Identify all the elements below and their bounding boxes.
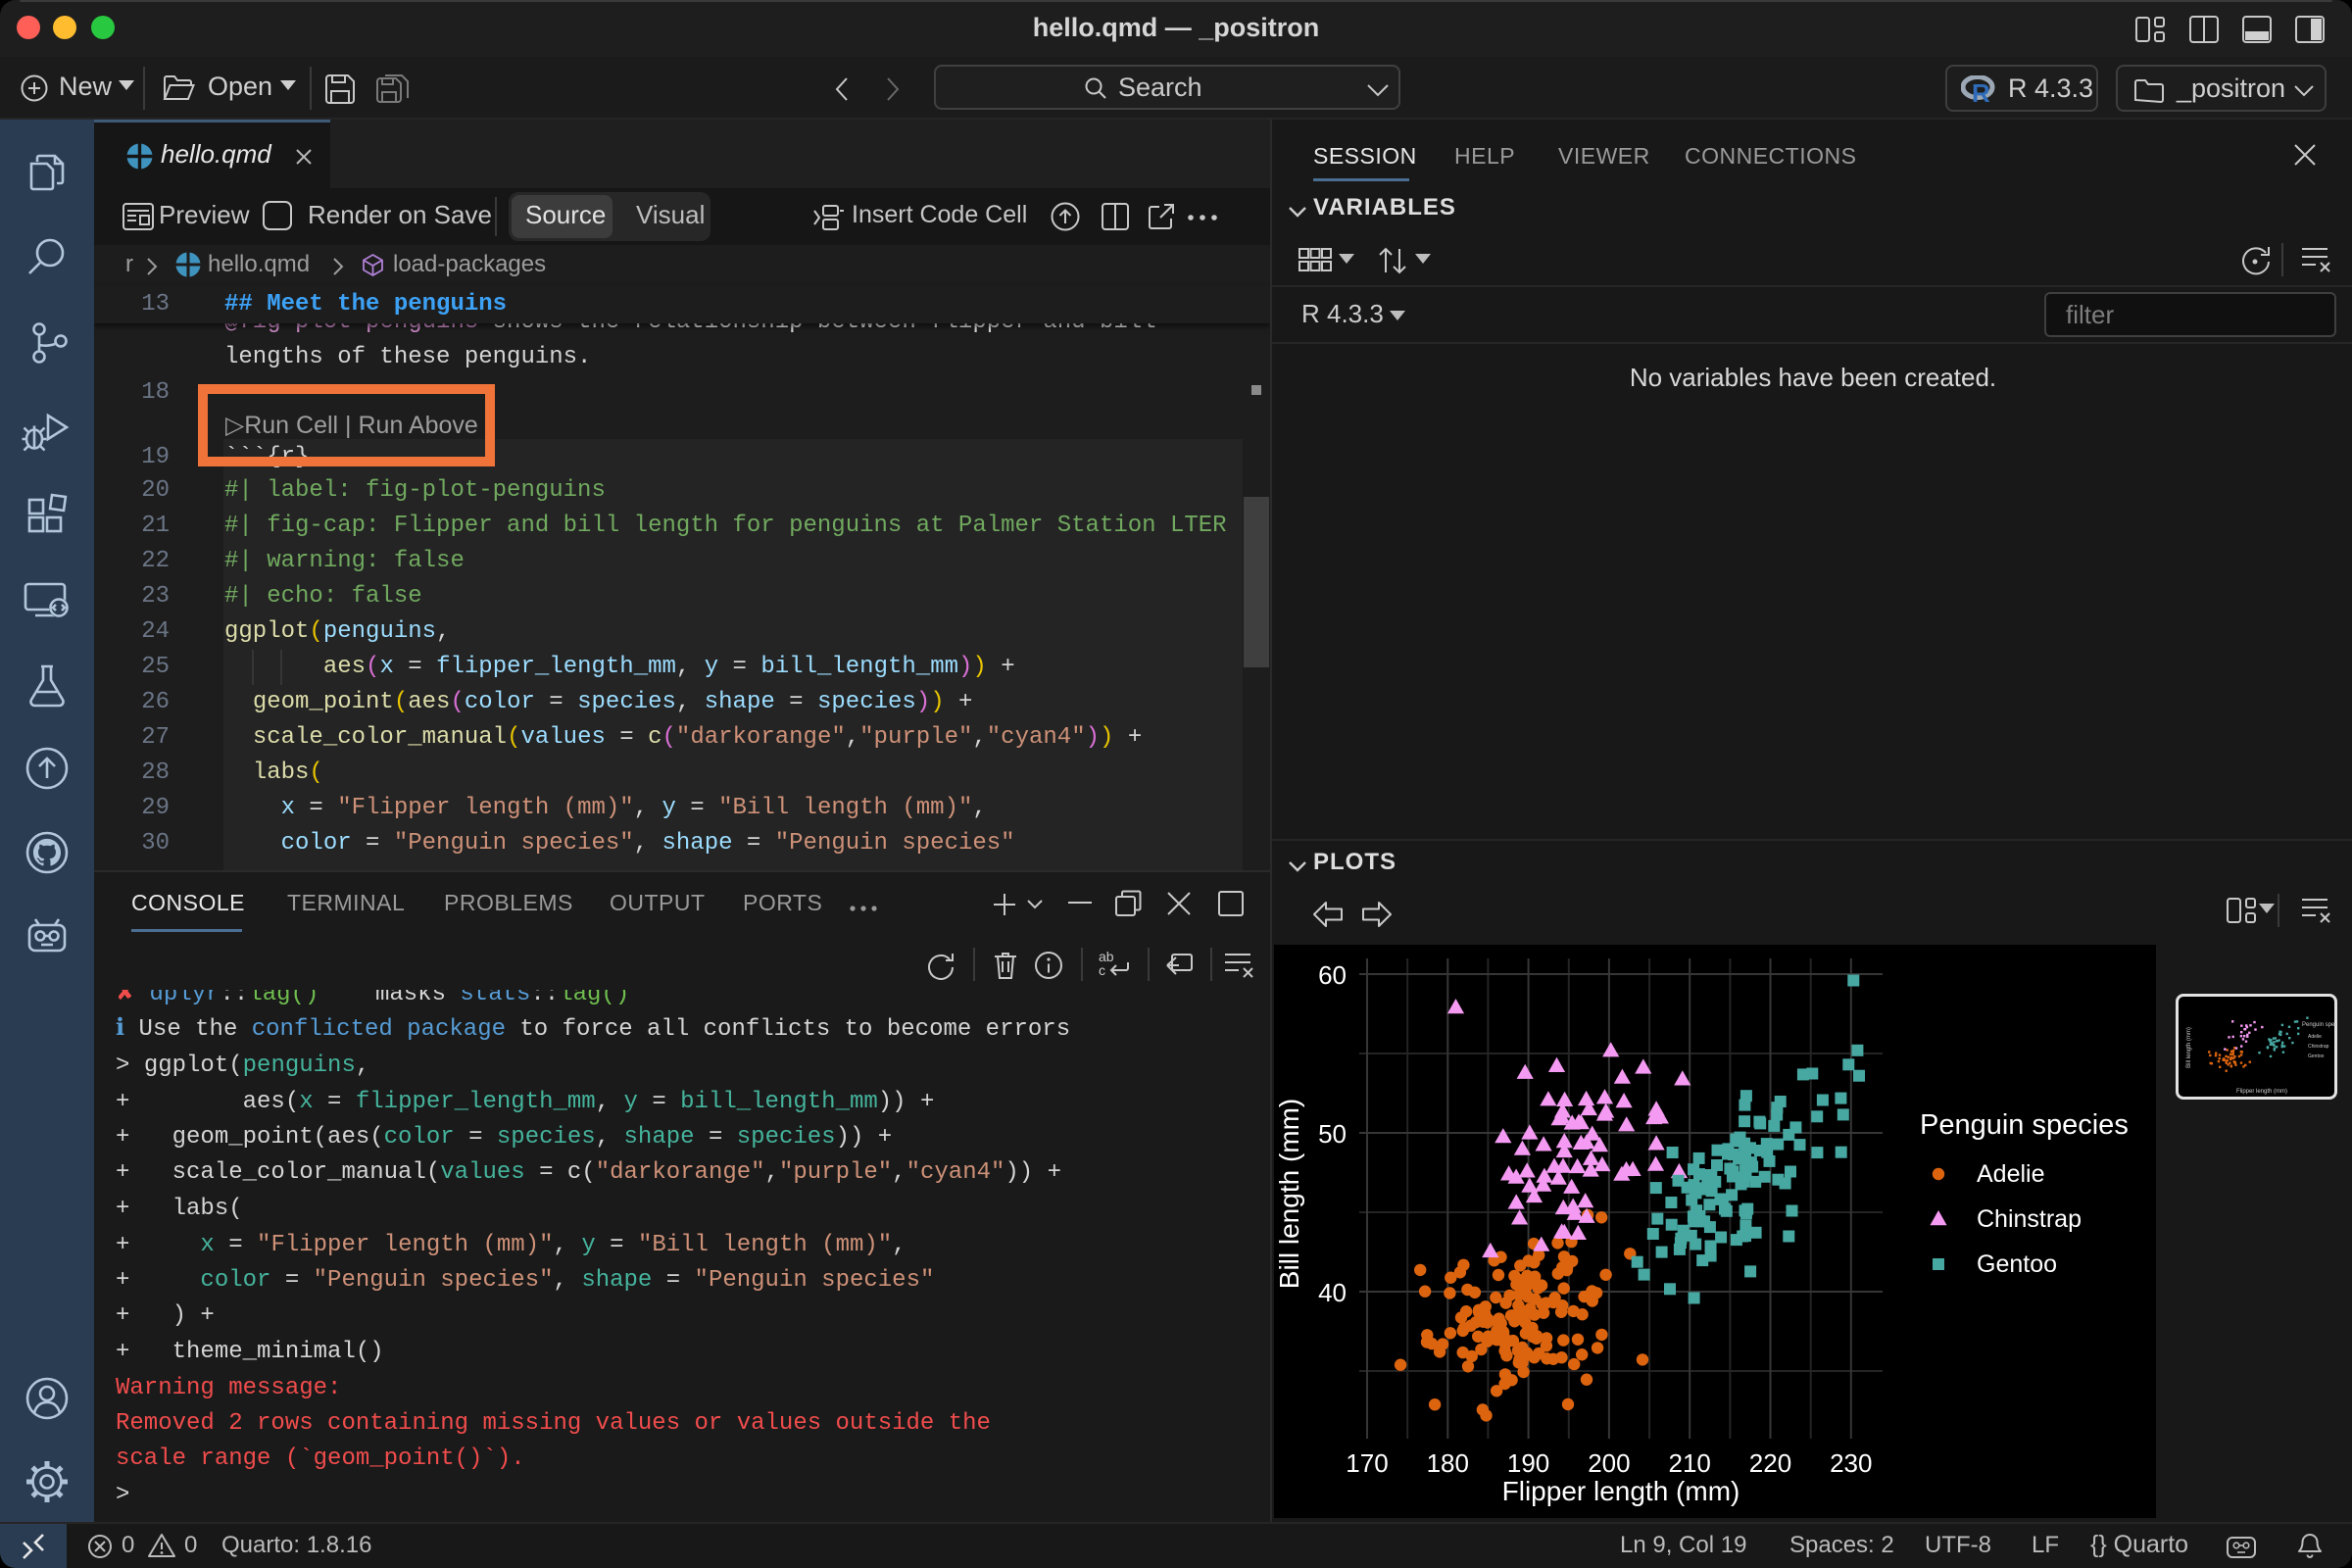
- svg-text:Penguin species: Penguin species: [2302, 1022, 2336, 1028]
- svg-text:170: 170: [1346, 1448, 1388, 1478]
- svg-text:220: 220: [1749, 1448, 1791, 1478]
- svg-text:Adelie: Adelie: [2308, 1034, 2322, 1040]
- svg-text:Flipper length (mm): Flipper length (mm): [2236, 1089, 2287, 1095]
- svg-text:Gentoo: Gentoo: [2308, 1054, 2325, 1059]
- svg-text:Flipper length (mm): Flipper length (mm): [1502, 1476, 1740, 1506]
- svg-text:Penguin species: Penguin species: [1920, 1109, 2129, 1141]
- svg-text:Bill length (mm): Bill length (mm): [2186, 1027, 2192, 1068]
- svg-text:190: 190: [1507, 1448, 1549, 1478]
- svg-text:Chinstrap: Chinstrap: [1977, 1205, 2082, 1233]
- svg-text:R: R: [1972, 78, 1990, 105]
- svg-text:200: 200: [1588, 1448, 1630, 1478]
- svg-text:180: 180: [1427, 1448, 1469, 1478]
- svg-text:230: 230: [1830, 1448, 1872, 1478]
- svg-text:60: 60: [1318, 960, 1347, 990]
- svg-text:c: c: [1099, 962, 1105, 978]
- svg-text:Adelie: Adelie: [1977, 1160, 2045, 1188]
- svg-text:40: 40: [1318, 1278, 1347, 1307]
- svg-text:Gentoo: Gentoo: [1977, 1250, 2057, 1278]
- svg-text:Bill length (mm): Bill length (mm): [1274, 1099, 1304, 1289]
- svg-text:50: 50: [1318, 1119, 1347, 1149]
- svg-text:210: 210: [1669, 1448, 1711, 1478]
- svg-text:Chinstrap: Chinstrap: [2308, 1044, 2329, 1050]
